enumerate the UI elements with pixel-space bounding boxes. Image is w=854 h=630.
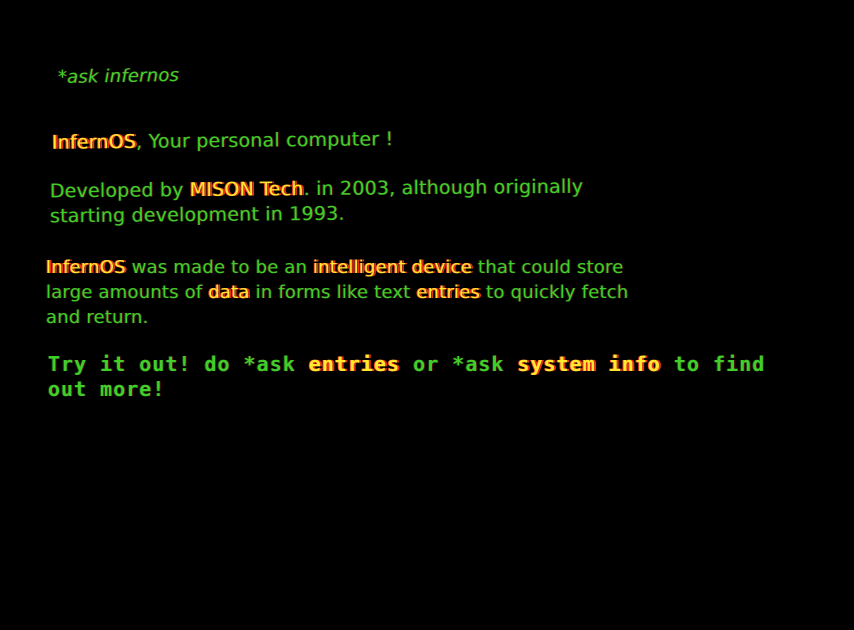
- description-text-4: in forms like text: [249, 282, 417, 303]
- description-paragraph: InfernOS was made to be an intelligent d…: [46, 255, 628, 330]
- developer-pre: Developed by: [49, 179, 190, 203]
- intelligent-device-highlight: intelligent device: [313, 257, 473, 278]
- description-text-3: large amounts of: [46, 282, 209, 303]
- try-it-text-3: to find: [660, 352, 766, 376]
- entries-highlight: entries: [416, 282, 481, 303]
- intro-paragraph: InfernOS, Your personal computer !: [52, 128, 394, 154]
- description-text-5: to quickly fetch: [480, 282, 629, 303]
- developer-line-2: starting development in 1993.: [50, 202, 345, 228]
- try-it-text-1: Try it out! do *ask: [48, 352, 309, 376]
- command-line: *ask infernos: [58, 65, 180, 88]
- description-line-3: and return.: [46, 307, 149, 328]
- try-it-paragraph: Try it out! do *ask entries or *ask syst…: [48, 352, 765, 402]
- developer-post: . in 2003, although originally: [303, 175, 584, 201]
- entries-command-highlight: entries: [308, 352, 401, 376]
- terminal-screen: *ask infernos InfernOS, Your personal co…: [0, 0, 854, 630]
- description-text-2: that could store: [472, 257, 624, 278]
- os-name-highlight-2: InfernOS: [46, 257, 126, 278]
- os-name-highlight: InfernOS: [51, 130, 137, 154]
- description-line-2: large amounts of data in forms like text…: [46, 280, 628, 305]
- try-it-text-2: or *ask: [400, 352, 518, 376]
- try-it-line-2: out more!: [48, 377, 166, 401]
- command-text: *ask infernos: [57, 64, 180, 89]
- system-info-command-highlight: system info: [517, 352, 661, 376]
- description-line-1: InfernOS was made to be an intelligent d…: [46, 255, 628, 280]
- developer-line-1: Developed by MISON Tech. in 2003, althou…: [50, 175, 584, 205]
- try-it-line-1: Try it out! do *ask entries or *ask syst…: [48, 352, 765, 377]
- intro-text: , Your personal computer !: [136, 128, 394, 153]
- developer-paragraph: Developed by MISON Tech. in 2003, althou…: [50, 175, 584, 230]
- description-text-1: was made to be an: [125, 257, 314, 278]
- data-highlight: data: [208, 282, 250, 303]
- company-highlight: MISON Tech: [189, 178, 304, 202]
